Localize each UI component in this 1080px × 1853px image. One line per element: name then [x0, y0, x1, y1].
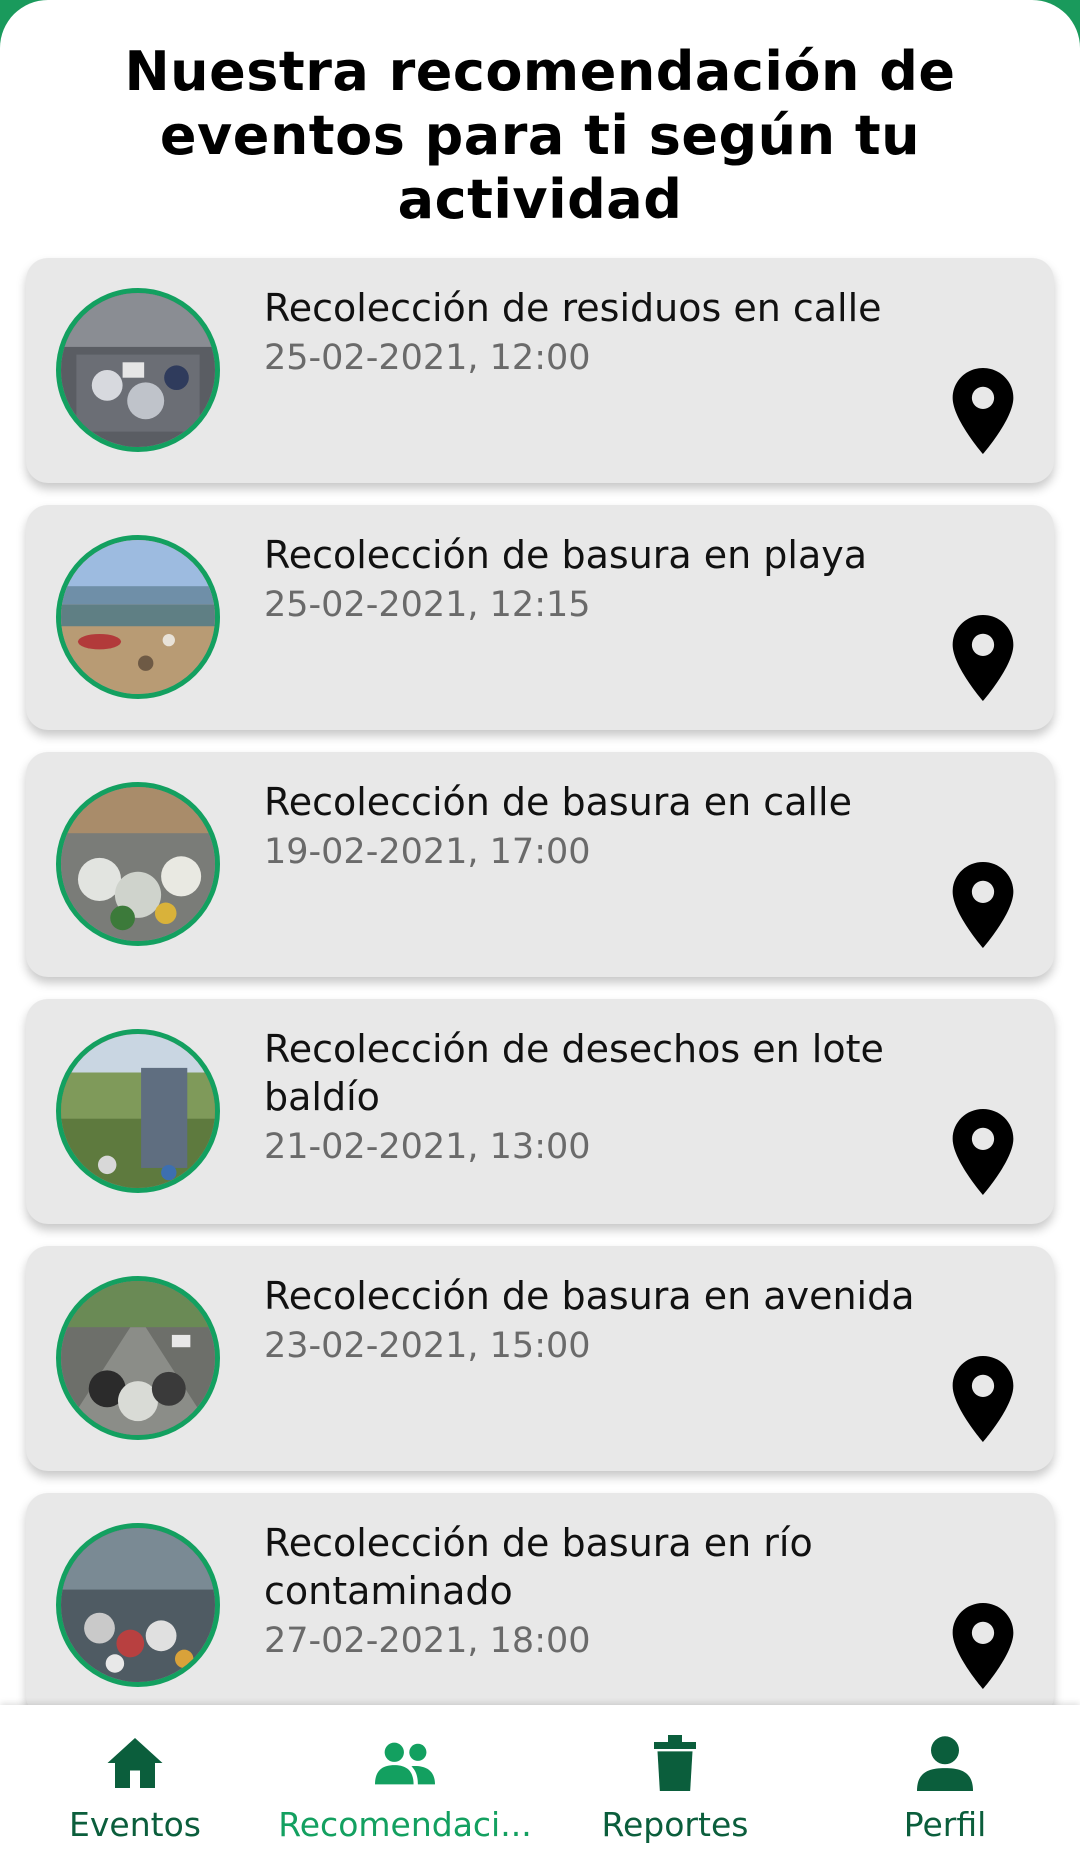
event-image: [56, 1523, 220, 1687]
event-date: 27-02-2021, 18:00: [264, 1621, 591, 1661]
event-image: [56, 1276, 220, 1440]
location-pin-icon[interactable]: [952, 862, 1014, 948]
event-card[interactable]: Recolección de basura en avenida 23-02-2…: [26, 1246, 1054, 1471]
home-icon: [107, 1738, 163, 1788]
event-list[interactable]: Recolección de residuos en calle 25-02-2…: [26, 258, 1054, 1740]
location-pin-icon[interactable]: [952, 368, 1014, 454]
location-pin-icon[interactable]: [952, 1109, 1014, 1195]
screen-sheet: Nuestra recomendación de eventos para ti…: [0, 0, 1080, 1853]
event-card[interactable]: Recolección de basura en río contaminado…: [26, 1493, 1054, 1718]
event-date: 25-02-2021, 12:15: [264, 585, 591, 625]
people-icon: [375, 1742, 435, 1785]
page-title: Nuestra recomendación de eventos para ti…: [124, 40, 956, 231]
event-date: 21-02-2021, 13:00: [264, 1127, 591, 1167]
event-title: Recolección de basura en calle: [264, 780, 852, 824]
event-image: [56, 535, 220, 699]
location-pin-icon[interactable]: [952, 1356, 1014, 1442]
nav-item-reportes[interactable]: Reportes: [540, 1705, 810, 1853]
nav-label: Recomendaci...: [278, 1805, 532, 1844]
nav-item-recomendaciones[interactable]: Recomendaci...: [270, 1705, 540, 1853]
event-card[interactable]: Recolección de desechos en lote baldío 2…: [26, 999, 1054, 1224]
event-image: [56, 288, 220, 452]
event-card[interactable]: Recolección de basura en playa 25-02-202…: [26, 505, 1054, 730]
event-date: 23-02-2021, 15:00: [264, 1326, 591, 1366]
nav-item-perfil[interactable]: Perfil: [810, 1705, 1080, 1853]
event-image: [56, 1029, 220, 1193]
nav-item-eventos[interactable]: Eventos: [0, 1705, 270, 1853]
nav-label: Perfil: [903, 1805, 987, 1844]
event-date: 25-02-2021, 12:00: [264, 338, 591, 378]
event-title: Recolección de basura en playa: [264, 533, 868, 577]
event-title: Recolección de desechos en lote baldío: [264, 1027, 884, 1119]
trash-icon: [654, 1735, 696, 1791]
bottom-navigation: Eventos Recomendaci... Reportes Perfil: [0, 1705, 1080, 1853]
nav-label: Reportes: [601, 1805, 749, 1844]
person-icon: [917, 1736, 973, 1791]
event-title: Recolección de basura en río contaminado: [264, 1521, 813, 1613]
location-pin-icon[interactable]: [952, 615, 1014, 701]
event-image: [56, 782, 220, 946]
event-card[interactable]: Recolección de residuos en calle 25-02-2…: [26, 258, 1054, 483]
event-card[interactable]: Recolección de basura en calle 19-02-202…: [26, 752, 1054, 977]
event-title: Recolección de residuos en calle: [264, 286, 882, 330]
location-pin-icon[interactable]: [952, 1603, 1014, 1689]
nav-label: Eventos: [69, 1805, 201, 1844]
event-title: Recolección de basura en avenida: [264, 1274, 915, 1318]
event-date: 19-02-2021, 17:00: [264, 832, 591, 872]
